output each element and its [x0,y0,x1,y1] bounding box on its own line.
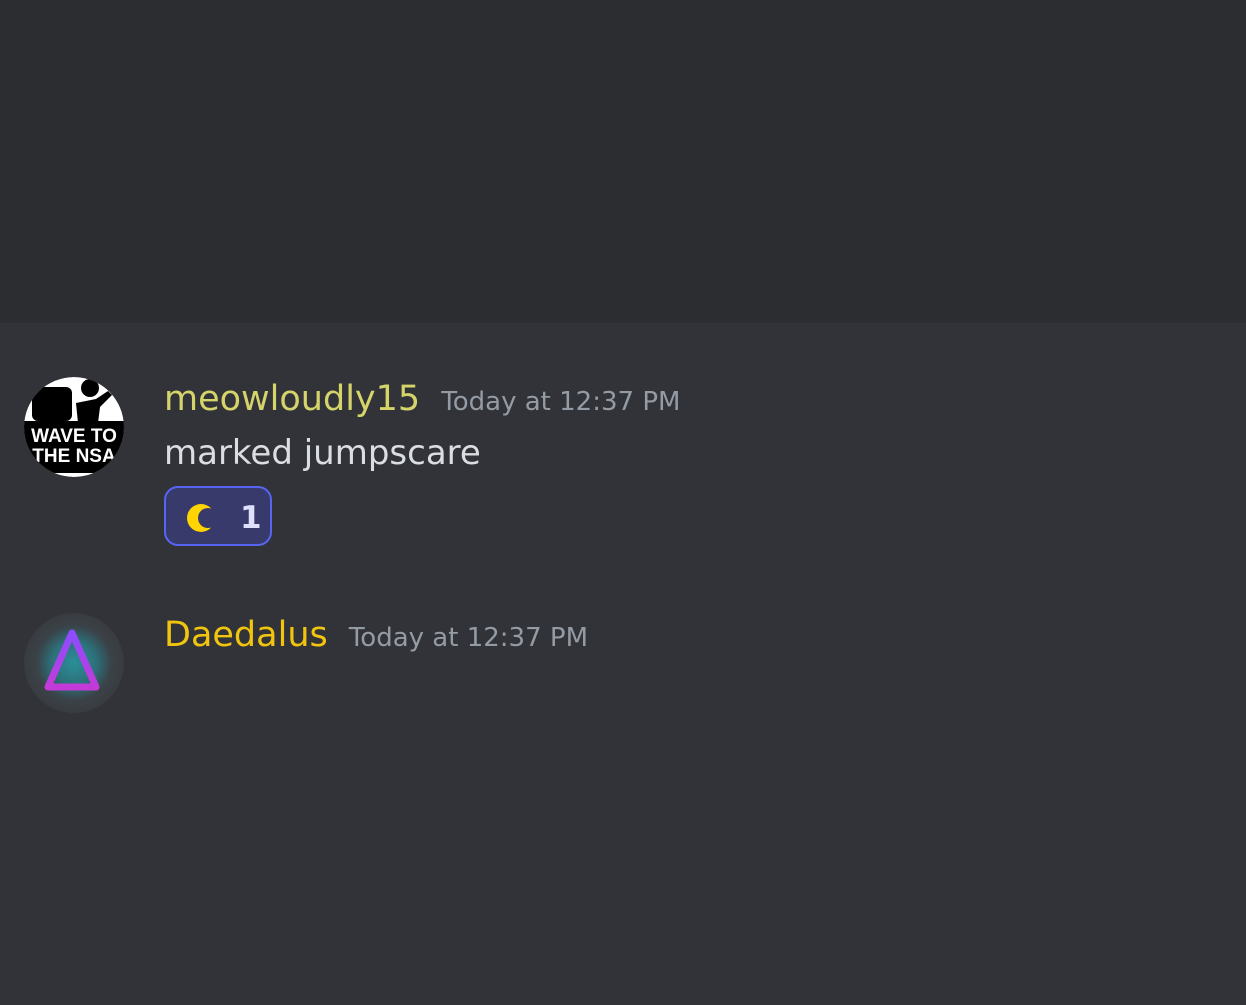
timestamp[interactable]: Today at 12:37 PM [441,380,680,424]
user-avatar[interactable]: WAVE TO THE NSA [24,377,124,477]
message-content: marked jumpscare [164,433,481,473]
message-header: meowloudly15 Today at 12:37 PM [164,377,680,421]
chat-area [0,323,1246,1005]
avatar-line-2: THE NSA [32,446,116,467]
timestamp[interactable]: Today at 12:37 PM [349,616,588,660]
crescent-moon-icon [187,504,215,532]
previous-messages-area [0,0,1246,323]
reaction-count: 1 [240,500,262,536]
purple-triangle-avatar-icon [24,613,124,713]
username[interactable]: Daedalus [164,613,328,657]
avatar-line-1: WAVE TO [31,426,117,447]
user-avatar[interactable] [24,613,124,713]
username[interactable]: meowloudly15 [164,377,420,421]
reaction-button[interactable]: 1 [164,486,272,546]
message-header: Daedalus Today at 12:37 PM [164,613,588,657]
wave-to-the-nsa-avatar-icon: WAVE TO THE NSA [24,377,124,477]
